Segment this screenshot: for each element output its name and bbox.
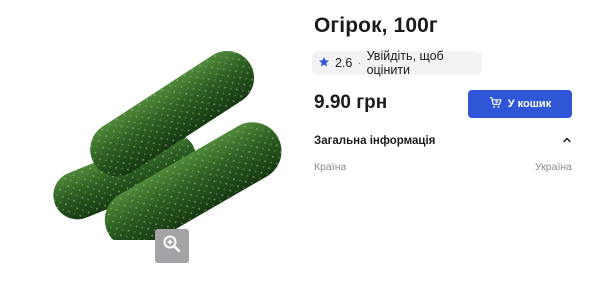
chevron-up-icon [562,132,572,150]
info-row-country: Країна Україна [314,161,572,173]
zoom-button[interactable] [155,229,189,263]
product-image [40,40,300,240]
rating-separator: · [357,56,362,70]
add-to-cart-label: У кошик [507,98,552,110]
info-row-value: Україна [534,161,572,173]
login-to-rate-link[interactable]: Увійдіть, щоб оцінити [367,49,476,77]
rating-widget[interactable]: 2.6 · Увійдіть, щоб оцінити [312,49,482,77]
general-info-toggle[interactable]: Загальна інформація [314,132,572,150]
cart-plus-icon [489,96,502,112]
rating-value: 2.6 [335,56,353,70]
zoom-in-icon [162,234,182,259]
add-to-cart-button[interactable]: У кошик [468,90,572,118]
product-price: 9.90 грн [314,92,388,113]
info-row-key: Країна [314,161,347,173]
star-icon [318,56,330,71]
product-title: Огірок, 100г [314,14,438,37]
general-info-title: Загальна інформація [314,135,436,147]
